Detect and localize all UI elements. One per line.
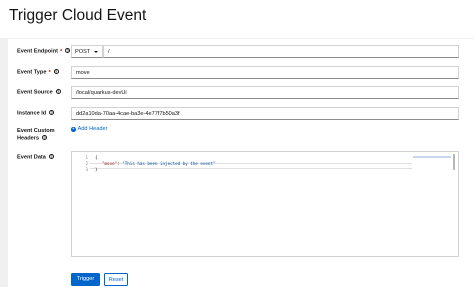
add-header-button[interactable]: + Add Header xyxy=(71,126,107,133)
instance-id-label-text: Instance Id xyxy=(17,110,47,117)
event-endpoint-group: POST / xyxy=(71,45,459,58)
code-line: } xyxy=(95,167,98,172)
event-endpoint-label: Event Endpoint *? xyxy=(17,48,71,56)
editor-gutter: 1 2 3 xyxy=(72,152,90,256)
add-header-label: Add Header xyxy=(77,126,108,132)
event-data-editor[interactable]: 1 2 3 { "move": "This has been injected … xyxy=(71,151,459,257)
instance-id-label: Instance Id? xyxy=(17,110,55,118)
event-custom-headers-label-line1: Event Custom xyxy=(17,128,55,134)
caret-down-icon xyxy=(94,51,98,53)
help-icon[interactable]: ? xyxy=(48,154,54,159)
line-number: 3 xyxy=(85,167,88,172)
help-icon[interactable]: ? xyxy=(42,135,48,140)
page-title: Trigger Cloud Event xyxy=(9,7,147,24)
page-header: Trigger Cloud Event xyxy=(0,0,474,38)
event-source-label-text: Event Source xyxy=(17,89,53,96)
event-custom-headers-label-line2: Headers xyxy=(17,135,40,142)
trigger-button[interactable]: Trigger xyxy=(71,273,100,286)
event-type-input[interactable]: move xyxy=(71,66,459,79)
help-icon[interactable]: ? xyxy=(49,110,55,115)
required-marker: * xyxy=(60,48,63,55)
reset-button[interactable]: Reset xyxy=(104,273,128,286)
help-icon[interactable]: ? xyxy=(65,48,71,53)
editor-scrollbar[interactable] xyxy=(453,154,455,170)
method-select[interactable]: POST xyxy=(71,45,103,58)
event-endpoint-label-text: Event Endpoint xyxy=(17,48,59,55)
event-source-label: Event Source? xyxy=(17,89,61,97)
endpoint-path-input[interactable]: / xyxy=(103,45,459,58)
event-type-label-text: Event Type xyxy=(17,69,47,76)
help-icon[interactable]: ? xyxy=(53,69,59,74)
plus-circle-icon: + xyxy=(71,126,76,132)
instance-id-input[interactable]: dd2a10da-70aa-4cae-ba3e-4e77f7b50a3f xyxy=(71,107,459,120)
code-line: { xyxy=(95,155,98,160)
json-key: "move" xyxy=(102,161,118,166)
method-select-value: POST xyxy=(75,49,91,55)
required-marker: * xyxy=(48,69,51,76)
editor-minimap[interactable] xyxy=(413,156,451,158)
event-data-label: Event Data? xyxy=(17,154,54,162)
event-custom-headers-label: Event Custom Headers? xyxy=(17,128,55,143)
help-icon[interactable]: ? xyxy=(55,89,61,94)
event-data-label-text: Event Data xyxy=(17,154,46,161)
event-source-input[interactable]: /local/quarkus-devUi xyxy=(71,86,459,99)
code-line: "move": "This has been injected by the e… xyxy=(102,161,215,167)
event-type-label: Event Type *? xyxy=(17,69,59,77)
json-string-value: "This has been injected by the event" xyxy=(122,161,216,166)
